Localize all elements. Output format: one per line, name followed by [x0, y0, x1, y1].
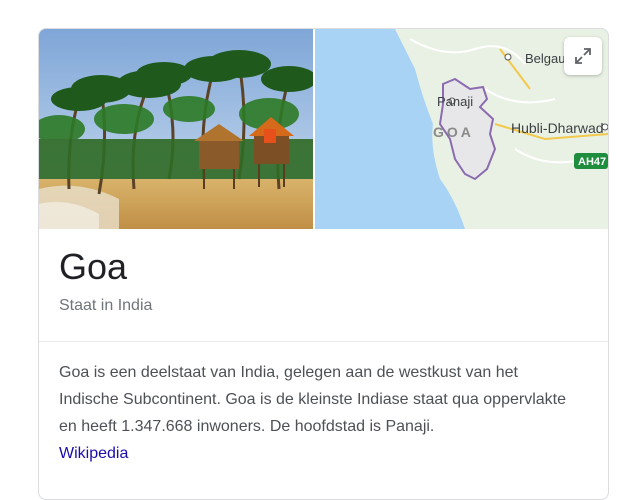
media-strip: Belgaum Panaji GOA Hubli-Dharwad AH47 [39, 29, 608, 229]
entity-header: Goa Staat in India [59, 245, 152, 315]
beach-photo[interactable] [39, 29, 313, 229]
map-label-hubli: Hubli-Dharwad [511, 120, 604, 136]
entity-description: Goa is een deelstaat van India, gelegen … [59, 359, 579, 467]
expand-map-button[interactable] [564, 37, 602, 75]
map-label-highway: AH47 [578, 156, 606, 168]
map-label-panaji: Panaji [437, 94, 473, 109]
map-label-region: GOA [433, 124, 474, 140]
knowledge-panel: Belgaum Panaji GOA Hubli-Dharwad AH47 Go… [38, 28, 609, 500]
wikipedia-link[interactable]: Wikipedia [59, 445, 128, 462]
map-preview[interactable]: Belgaum Panaji GOA Hubli-Dharwad AH47 [315, 29, 608, 229]
expand-icon [575, 48, 591, 64]
entity-subtitle: Staat in India [59, 297, 153, 314]
beach-photo-image [39, 29, 313, 229]
section-divider [39, 341, 608, 342]
entity-title: Goa [59, 246, 128, 287]
description-text: Goa is een deelstaat van India, gelegen … [59, 364, 566, 435]
